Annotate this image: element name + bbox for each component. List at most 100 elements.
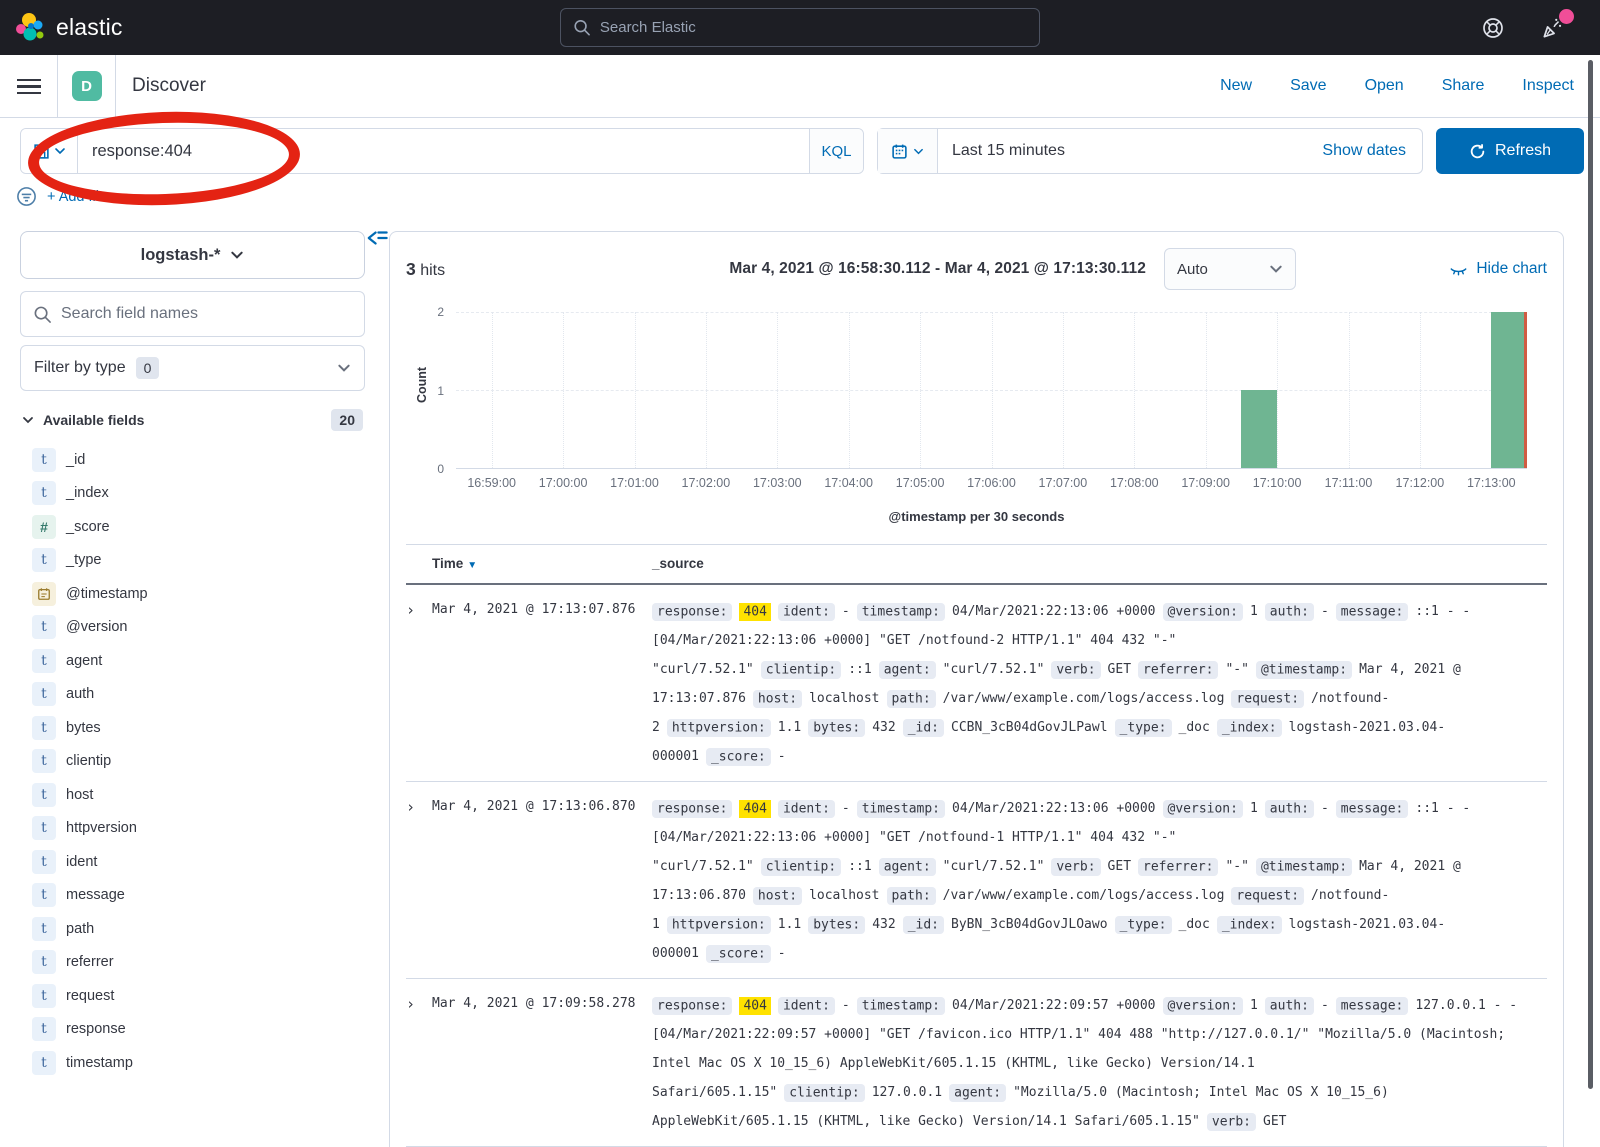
scrollbar-thumb[interactable]: [1588, 60, 1593, 1089]
row-source: response:404ident:-timestamp:04/Mar/2021…: [652, 794, 1547, 968]
field-item-ident[interactable]: tident: [20, 845, 365, 879]
source-value: 1: [1250, 604, 1258, 619]
interval-value: Auto: [1177, 261, 1208, 278]
appbar-action-share[interactable]: Share: [1442, 77, 1485, 95]
field-search[interactable]: [20, 291, 365, 337]
global-search-input[interactable]: [600, 19, 1027, 36]
field-label: ident: [66, 854, 97, 870]
field-item-clientip[interactable]: tclientip: [20, 745, 365, 779]
elastic-logo[interactable]: elastic: [0, 12, 123, 44]
chevron-down-icon: [1269, 262, 1283, 276]
x-axis-label: @timestamp per 30 seconds: [406, 509, 1547, 524]
row-time: Mar 4, 2021 @ 17:09:58.278: [432, 991, 652, 1011]
field-item-httpversion[interactable]: thttpversion: [20, 812, 365, 846]
source-field-badge: ident:: [778, 800, 835, 818]
source-field-badge: verb:: [1207, 1113, 1256, 1131]
source-field-badge: verb:: [1051, 858, 1100, 876]
source-value: -: [1321, 604, 1329, 619]
source-value: 04/Mar/2021:22:13:06 +0000: [952, 604, 1156, 619]
field-item-request[interactable]: trequest: [20, 979, 365, 1013]
documents-table: Time▼ _source ›Mar 4, 2021 @ 17:13:07.87…: [406, 544, 1547, 1147]
source-field-badge: agent:: [949, 1084, 1006, 1102]
filter-settings-icon[interactable]: [16, 186, 37, 207]
chart-plot-area[interactable]: [456, 312, 1527, 469]
table-row: ›Mar 4, 2021 @ 17:13:07.876response:404i…: [406, 585, 1547, 782]
field-search-input[interactable]: [61, 305, 352, 323]
query-row: KQL Last 15 minutes Show dates Re: [0, 118, 1600, 182]
appbar-action-new[interactable]: New: [1220, 77, 1252, 95]
field-item-host[interactable]: thost: [20, 778, 365, 812]
available-fields-label: Available fields: [43, 412, 144, 428]
appbar-action-open[interactable]: Open: [1365, 77, 1404, 95]
source-value: _doc: [1179, 720, 1210, 735]
histogram-bar[interactable]: [1241, 390, 1277, 468]
sort-descending-icon: ▼: [467, 560, 477, 571]
source-field-badge: clientip:: [761, 858, 841, 876]
field-item-timestamp[interactable]: ttimestamp: [20, 1046, 365, 1080]
source-field-badge: agent:: [879, 661, 936, 679]
hamburger-icon: [17, 79, 41, 94]
show-dates-button[interactable]: Show dates: [1322, 142, 1422, 160]
query-language-button[interactable]: KQL: [809, 129, 863, 173]
available-fields-header[interactable]: Available fields 20: [20, 409, 365, 431]
filter-by-type-count-badge: 0: [136, 357, 160, 379]
query-input[interactable]: [78, 129, 809, 173]
expand-row-button[interactable]: ›: [406, 597, 432, 619]
interval-select[interactable]: Auto: [1164, 248, 1296, 290]
source-field-badge: _type:: [1115, 719, 1172, 737]
field-item-_index[interactable]: t_index: [20, 477, 365, 511]
results-panel: 3 hits Mar 4, 2021 @ 16:58:30.112 - Mar …: [389, 231, 1564, 1147]
help-button[interactable]: [1480, 15, 1506, 41]
text-field-icon: t: [32, 950, 56, 974]
field-item-referrer[interactable]: treferrer: [20, 946, 365, 980]
time-column-label: Time: [432, 556, 463, 571]
field-item-agent[interactable]: tagent: [20, 644, 365, 678]
expand-row-button[interactable]: ›: [406, 991, 432, 1013]
filter-by-type-select[interactable]: Filter by type 0: [20, 345, 365, 391]
quick-select-time-button[interactable]: [878, 129, 938, 173]
histogram-bar[interactable]: [1491, 312, 1527, 468]
add-filter-button[interactable]: + Add filter: [47, 189, 116, 205]
collapse-sidebar-icon[interactable]: [366, 227, 388, 249]
field-item-message[interactable]: tmessage: [20, 879, 365, 913]
field-item-@version[interactable]: t@version: [20, 611, 365, 645]
time-column-header[interactable]: Time ▼: [432, 556, 652, 571]
field-item-response[interactable]: tresponse: [20, 1013, 365, 1047]
field-item-_id[interactable]: t_id: [20, 443, 365, 477]
field-item-_type[interactable]: t_type: [20, 544, 365, 578]
fields-list: t_idt_index#_scoret_type@timestampt@vers…: [20, 443, 365, 1080]
x-tick-label: 16:59:00: [467, 476, 516, 490]
text-field-icon: t: [32, 548, 56, 572]
source-field-badge: timestamp:: [857, 603, 945, 621]
histogram-chart[interactable]: Count 012 16:59:0017:00:0017:01:0017:02:…: [406, 306, 1547, 528]
menu-button[interactable]: [0, 55, 58, 117]
field-item-bytes[interactable]: tbytes: [20, 711, 365, 745]
source-field-badge: message:: [1336, 800, 1409, 818]
field-label: auth: [66, 686, 94, 702]
x-tick-label: 17:11:00: [1325, 476, 1373, 490]
discover-app-badge[interactable]: D: [72, 71, 102, 101]
help-icon: [1481, 16, 1505, 40]
saved-queries-button[interactable]: [21, 129, 78, 173]
refresh-button[interactable]: Refresh: [1436, 128, 1584, 174]
x-tick-label: 17:05:00: [896, 476, 945, 490]
vertical-gridline: [1134, 312, 1135, 468]
field-item-_score[interactable]: #_score: [20, 510, 365, 544]
field-item-auth[interactable]: tauth: [20, 678, 365, 712]
calendar-icon: [891, 143, 908, 160]
field-item-@timestamp[interactable]: @timestamp: [20, 577, 365, 611]
source-field-badge: request:: [1231, 887, 1304, 905]
time-range-value[interactable]: Last 15 minutes: [938, 142, 1322, 160]
appbar-action-save[interactable]: Save: [1290, 77, 1326, 95]
source-field-badge: _id:: [903, 719, 944, 737]
source-field-badge: bytes:: [808, 719, 865, 737]
field-item-path[interactable]: tpath: [20, 912, 365, 946]
field-label: response: [66, 1021, 126, 1037]
index-pattern-select[interactable]: logstash-*: [20, 231, 365, 279]
appbar-action-inspect[interactable]: Inspect: [1522, 77, 1574, 95]
hide-chart-button[interactable]: Hide chart: [1449, 260, 1547, 279]
global-search[interactable]: [560, 8, 1040, 47]
expand-row-button[interactable]: ›: [406, 794, 432, 816]
newsfeed-button[interactable]: [1540, 15, 1566, 41]
x-tick-label: 17:10:00: [1253, 476, 1302, 490]
